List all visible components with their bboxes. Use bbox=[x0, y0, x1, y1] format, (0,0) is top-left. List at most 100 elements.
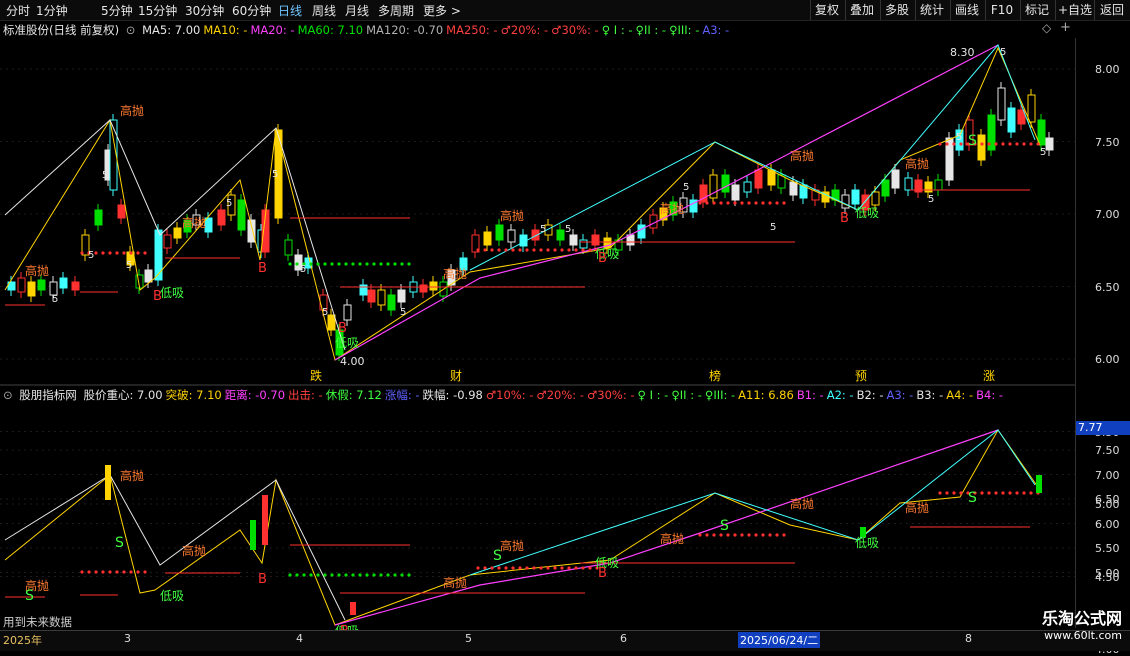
sub-support-dot bbox=[959, 491, 963, 495]
sub-support-dot bbox=[386, 573, 390, 577]
watermark-title: 乐淘公式网 bbox=[1041, 609, 1122, 628]
period-tab-fenshi[interactable]: 分时 bbox=[6, 2, 30, 19]
candle-body bbox=[284, 239, 293, 256]
support-dot bbox=[726, 201, 730, 205]
sub-sell-label: 高抛 bbox=[905, 500, 929, 515]
support-dot bbox=[490, 248, 494, 252]
support-dot bbox=[400, 262, 404, 266]
sub-support-dot bbox=[94, 570, 98, 574]
sub-support-dot bbox=[712, 533, 716, 537]
support-dot bbox=[143, 251, 147, 255]
back-button[interactable]: 返回 bbox=[1094, 0, 1129, 20]
support-dot bbox=[754, 201, 758, 205]
support-dot bbox=[705, 201, 709, 205]
candlestick-chart[interactable]: 高抛高抛高抛高抛高抛 高抛高抛高抛低吸低吸低吸低吸BBBBBS8.304.00跌财… bbox=[0, 20, 1075, 630]
sub-b-signal: B bbox=[258, 572, 267, 587]
count-label: 5 bbox=[1040, 147, 1046, 158]
period-tab-monthly[interactable]: 月线 bbox=[345, 2, 369, 19]
count-label: 5 bbox=[322, 307, 328, 318]
sub-support-dot bbox=[323, 573, 327, 577]
support-dot bbox=[1008, 142, 1012, 146]
mark-button[interactable]: 标记 bbox=[1020, 0, 1053, 20]
date-axis bbox=[0, 630, 1130, 651]
candle-body bbox=[173, 227, 182, 239]
low-price-label: 4.00 bbox=[340, 355, 365, 368]
support-dot bbox=[588, 248, 592, 252]
period-tab-1min[interactable]: 1分钟 bbox=[36, 2, 68, 19]
support-dot bbox=[980, 142, 984, 146]
sub-support-dot bbox=[782, 533, 786, 537]
sub-sell-label: 高抛 bbox=[790, 496, 814, 511]
sell-signal-label: 高抛 bbox=[905, 156, 929, 171]
period-tab-30min[interactable]: 30分钟 bbox=[185, 2, 224, 19]
support-dot bbox=[525, 248, 529, 252]
support-dot bbox=[309, 262, 313, 266]
sub-sell-label: 高抛 bbox=[120, 468, 144, 483]
sub-support-dot bbox=[698, 533, 702, 537]
support-dot bbox=[712, 201, 716, 205]
count-label: 5 bbox=[400, 307, 406, 318]
y-tick-label: 7.50 bbox=[1095, 135, 1120, 149]
sub-s-signal: S bbox=[25, 588, 34, 604]
statistics-button[interactable]: 统计 bbox=[915, 0, 948, 20]
support-dot bbox=[1022, 142, 1026, 146]
sub-buy-label: 低吸 bbox=[160, 589, 184, 603]
fuquan-button[interactable]: 复权 bbox=[810, 0, 843, 20]
candle-body bbox=[556, 229, 565, 241]
sell-signal-label: 高抛 bbox=[443, 266, 467, 281]
sub-s-signal: S bbox=[968, 490, 977, 506]
y-tick-label: 7.00 bbox=[1095, 468, 1120, 482]
support-dot bbox=[539, 248, 543, 252]
draw-line-button[interactable]: 画线 bbox=[950, 0, 983, 20]
sub-sell-label: 高抛 bbox=[182, 543, 206, 558]
candle-body bbox=[247, 219, 256, 243]
sub-support-dot bbox=[588, 566, 592, 570]
event-marker: 跌 bbox=[310, 368, 322, 383]
period-tab-daily[interactable]: 日线 bbox=[278, 2, 302, 19]
support-dot bbox=[574, 248, 578, 252]
multi-stock-button[interactable]: 多股 bbox=[880, 0, 913, 20]
sub-support-dot bbox=[987, 491, 991, 495]
period-toolbar: 分时 1分钟 5分钟 15分钟 30分钟 60分钟 日线 周线 月线 多周期 更… bbox=[0, 0, 1130, 21]
sub-support-dot bbox=[476, 566, 480, 570]
support-dot bbox=[782, 201, 786, 205]
support-dot bbox=[698, 201, 702, 205]
sub-support-dot bbox=[1022, 491, 1026, 495]
sub-support-dot bbox=[511, 566, 515, 570]
sub-support-dot bbox=[115, 570, 119, 574]
sub-support-dot bbox=[733, 533, 737, 537]
count-label: 5 bbox=[300, 264, 306, 275]
add-watchlist-button[interactable]: +自选 bbox=[1055, 0, 1094, 20]
sub-support-dot bbox=[518, 566, 522, 570]
candle-body bbox=[163, 234, 172, 249]
count-label: 5 bbox=[565, 224, 571, 235]
sub-support-dot bbox=[309, 573, 313, 577]
candle-body bbox=[754, 169, 763, 189]
period-tab-multi[interactable]: 多周期 bbox=[378, 2, 414, 19]
f10-button[interactable]: F10 bbox=[985, 0, 1018, 20]
count-label: 5 bbox=[88, 250, 94, 261]
support-dot bbox=[775, 201, 779, 205]
sell-signal-label: 高抛 bbox=[120, 103, 144, 118]
sub-support-dot bbox=[400, 573, 404, 577]
support-dot bbox=[101, 251, 105, 255]
period-tab-60min[interactable]: 60分钟 bbox=[232, 2, 271, 19]
support-dot bbox=[761, 201, 765, 205]
candle-body bbox=[71, 281, 80, 291]
period-tab-15min[interactable]: 15分钟 bbox=[138, 2, 177, 19]
b-signal: B bbox=[153, 289, 162, 304]
candle-body bbox=[17, 277, 26, 293]
candle-body bbox=[154, 229, 163, 281]
sub-support-dot bbox=[351, 573, 355, 577]
y-tick-label: 6.00 bbox=[1095, 353, 1120, 366]
period-tab-weekly[interactable]: 周线 bbox=[312, 2, 336, 19]
overlay-button[interactable]: 叠加 bbox=[845, 0, 878, 20]
sub-support-dot bbox=[122, 570, 126, 574]
candle-body bbox=[327, 314, 336, 331]
support-dot bbox=[497, 248, 501, 252]
support-dot bbox=[365, 262, 369, 266]
count-label: 5 bbox=[770, 222, 776, 233]
candle-body bbox=[789, 181, 798, 196]
period-tab-5min[interactable]: 5分钟 bbox=[101, 2, 133, 19]
period-tab-more[interactable]: 更多 > bbox=[423, 2, 461, 19]
